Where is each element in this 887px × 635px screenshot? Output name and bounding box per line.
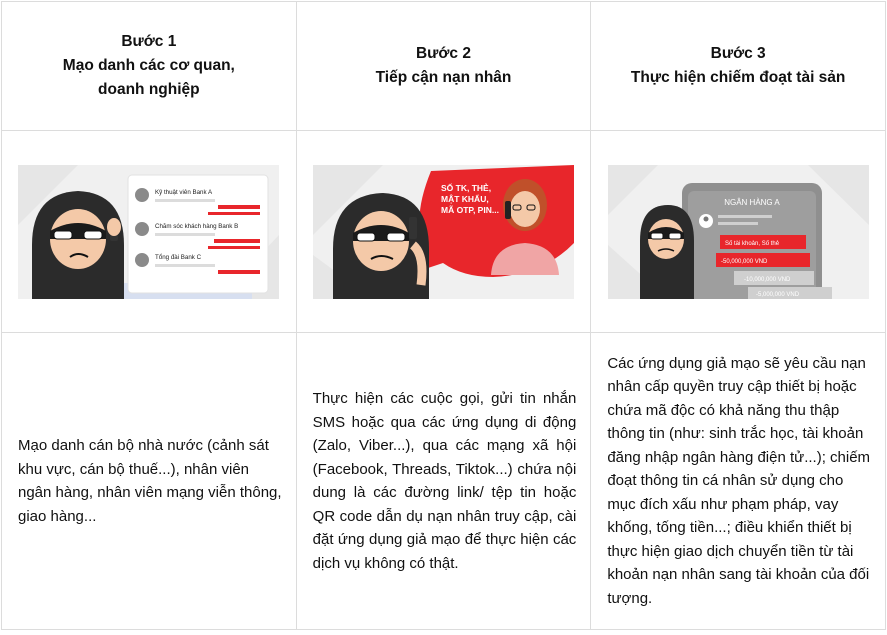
description-row: Mạo danh cán bộ nhà nước (cảnh sát khu v… [1,332,886,630]
step-2-illustration-cell: SỐ TK, THẺ, MẬT KHẨU, MÃ OTP, PIN... [295,130,592,333]
step-3-illustration-cell: NGÂN HÀNG A Số tài khoản, Số thẻ -50,000… [590,130,886,333]
step-2-description: Thực hiện các cuộc gọi, gửi tin nhắn SMS… [295,332,592,630]
step-2-header: Bước 2 Tiếp cận nạn nhân [295,1,592,131]
bubble-text: SỐ TK, THẺ, MẬT KHẨU, MÃ OTP, PIN... [441,182,499,215]
illustration-row: Kỹ thuật viên Bank A Chăm sóc khách hàng… [1,130,886,333]
message-4: -5,000,000 VND [747,286,832,299]
hacker-figure [639,204,694,299]
step-3-header: Bước 3 Thực hiện chiếm đoạt tài sản [590,1,886,131]
hacker-figure [32,190,125,299]
step-1-subtitle: Mạo danh các cơ quan, doanh nghiệp [62,57,235,98]
step-3-description: Các ứng dụng giả mạo sẽ yêu cầu nạn nhân… [590,332,886,630]
svg-text:-5,000,000 VND: -5,000,000 VND [756,292,800,298]
step-1-illustration: Kỹ thuật viên Bank A Chăm sóc khách hàng… [18,164,280,299]
svg-text:Số tài khoản, Số thẻ: Số tài khoản, Số thẻ [725,241,780,247]
step-2-title: Bước 2 [415,45,471,62]
step-3-title: Bước 3 [710,45,766,62]
contact-1-name: Kỹ thuật viên Bank A [155,189,213,196]
step-3-subtitle: Thực hiện chiếm đoạt tài sản [630,69,846,86]
svg-text:-50,000,000 VND: -50,000,000 VND [721,259,768,265]
step-1-illustration-cell: Kỹ thuật viên Bank A Chăm sóc khách hàng… [1,130,297,333]
step-1-description: Mạo danh cán bộ nhà nước (cảnh sát khu v… [1,332,297,630]
step-2-illustration: SỐ TK, THẺ, MẬT KHẨU, MÃ OTP, PIN... [312,164,574,299]
step-3-illustration: NGÂN HÀNG A Số tài khoản, Số thẻ -50,000… [607,164,869,299]
step-2-subtitle: Tiếp cận nạn nhân [375,69,512,86]
header-row: Bước 1 Mạo danh các cơ quan, doanh nghiệ… [1,1,886,131]
hacker-figure [332,192,429,299]
message-3: -10,000,000 VND [733,270,814,285]
step-1-header: Bước 1 Mạo danh các cơ quan, doanh nghiệ… [1,1,297,131]
contact-2-name: Chăm sóc khách hàng Bank B [155,223,238,230]
step-1-title: Bước 1 [121,33,177,50]
message-2: -50,000,000 VND [715,252,810,267]
message-1: Số tài khoản, Số thẻ [719,234,806,249]
steps-table: Bước 1 Mạo danh các cơ quan, doanh nghiệ… [1,1,886,630]
svg-text:-10,000,000 VND: -10,000,000 VND [744,277,791,283]
contact-3-name: Tổng đài Bank C [155,254,202,261]
phone-title: NGÂN HÀNG A [724,198,780,207]
